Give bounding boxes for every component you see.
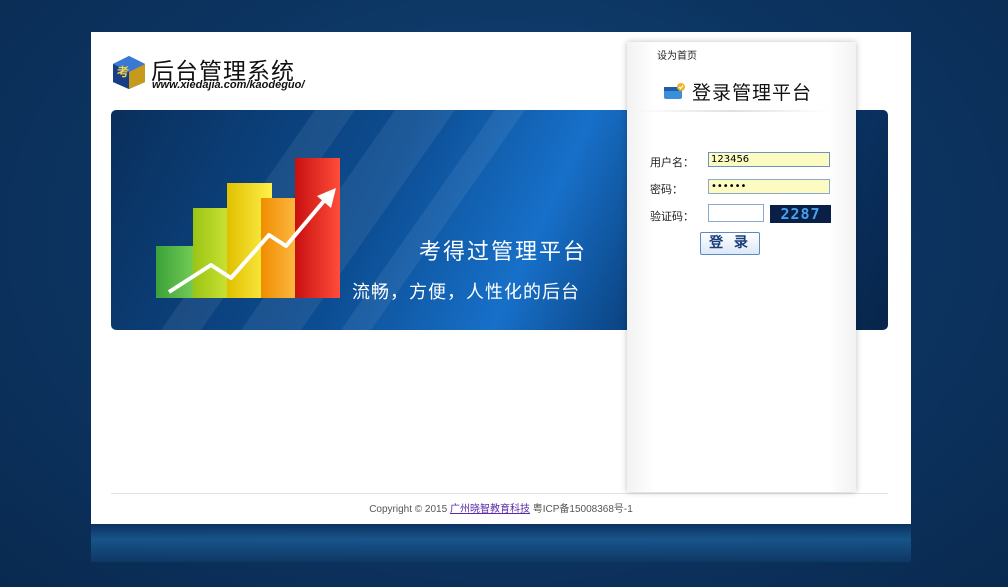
svg-text:考: 考 <box>117 64 129 79</box>
username-label: 用户名： <box>650 156 694 169</box>
copyright-text: Copyright © 2015 <box>369 504 448 515</box>
footer-divider <box>111 493 888 494</box>
growth-chart-illustration <box>151 140 351 310</box>
banner-title: 考得过管理平台 <box>419 240 588 265</box>
password-input[interactable]: •••••• <box>708 179 830 194</box>
site-logo[interactable]: 考 后台管理系统 www.xiedajia.com/kaodeguo/ <box>111 54 311 94</box>
site-url: www.xiedajia.com/kaodeguo/ <box>152 79 305 91</box>
login-title: 登录管理平台 <box>662 78 832 108</box>
password-label: 密码： <box>650 183 683 196</box>
logo-cube-icon: 考 <box>113 56 145 89</box>
banner-subtitle: 流畅，方便，人性化的后台 <box>352 282 580 303</box>
login-panel: 设为首页 登录管理平台 用户名： 123456 密码： •••••• 验证码： … <box>627 42 856 492</box>
captcha-label: 验证码： <box>650 210 694 223</box>
login-card-icon <box>664 83 685 99</box>
captcha-image[interactable]: 2287 <box>770 205 831 223</box>
footer: Copyright © 2015 广州晓智教育科技 粤ICP备15008368号… <box>91 500 911 515</box>
company-link[interactable]: 广州晓智教育科技 <box>450 504 530 515</box>
panel-bottom-shadow <box>91 524 911 562</box>
icp-text: 粤ICP备15008368号-1 <box>532 504 633 515</box>
login-button[interactable]: 登 录 <box>700 232 760 255</box>
login-title-underline <box>635 110 830 112</box>
captcha-input[interactable] <box>708 204 764 222</box>
username-input[interactable]: 123456 <box>708 152 830 167</box>
login-title-text: 登录管理平台 <box>692 82 813 104</box>
set-homepage-link[interactable]: 设为首页 <box>657 47 697 62</box>
trend-arrow-icon <box>167 188 336 294</box>
